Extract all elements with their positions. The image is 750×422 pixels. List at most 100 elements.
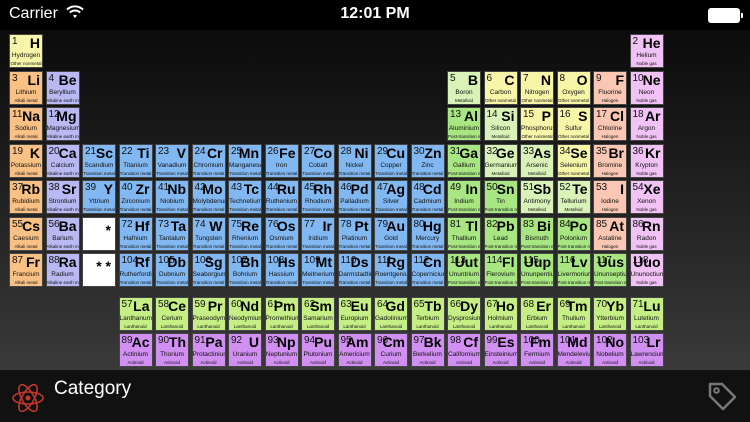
element-cell-hs[interactable]: 108 Hs Hassium Transition metal [264, 253, 299, 287]
element-cell-w[interactable]: 74 W Tungsten Transition metal [191, 216, 226, 251]
element-cell-uup[interactable]: 115UupUnunpentiumPost-transition metal [520, 253, 554, 287]
element-cell-tl[interactable]: 81TlThalliumPost-transition metal [447, 216, 481, 251]
element-cell-nb[interactable]: 41 Nb Niobium Transition metal [155, 180, 189, 214]
element-cell-au[interactable]: 79 Au Gold Transition metal [374, 216, 408, 251]
element-cell-pd[interactable]: 46 Pd Palladium Transition metal [337, 180, 372, 214]
element-cell-md[interactable]: 101MdMendeleviumActinoid [556, 333, 591, 367]
element-cell-ar[interactable]: 18 Ar Argon Noble gas [629, 107, 664, 141]
element-cell-fm[interactable]: 100 Fm Fermium Actinoid [520, 333, 554, 367]
element-cell-ac[interactable]: 89 Ac Actinium Actinoid [118, 333, 153, 367]
tag-icon[interactable] [704, 378, 740, 414]
element-cell-al[interactable]: 13AlAluminium Post-transition metal [447, 107, 481, 141]
element-cell-cu[interactable]: 29 Cu Copper Transition metal [374, 143, 408, 178]
element-cell-la[interactable]: 57 La Lanthanum Lanthanoid [118, 296, 153, 331]
element-cell-er[interactable]: 68 Er Erbium Lanthanoid [520, 296, 554, 331]
element-cell-pb[interactable]: 82PbLeadPost-transition metal [483, 216, 518, 251]
element-cell-sr[interactable]: 38SrStrontium Alkaline earth metal [45, 180, 80, 214]
element-cell-c[interactable]: 6 C Carbon Other nonmetal [483, 70, 518, 105]
element-cell-es[interactable]: 99 Es Einsteinium Actinoid [483, 333, 518, 367]
element-cell-as[interactable]: 33 As Arsenic Metalloid [520, 143, 554, 178]
element-cell-u[interactable]: 92 U Uranium Actinoid [228, 333, 262, 367]
element-cell-th[interactable]: 90 Th Thorium Actinoid [155, 333, 189, 367]
element-cell-sb[interactable]: 51 Sb Antimony Metalloid [520, 180, 554, 214]
element-cell-rg[interactable]: 111RgRoentgeniumTransition metal [374, 253, 408, 287]
element-cell-uuo[interactable]: 118 Uuo Ununoctium Noble gas [629, 253, 664, 287]
element-cell-cr[interactable]: 24 Cr Chromium Transition metal [191, 143, 226, 178]
element-cell-h[interactable]: 1 H Hydrogen Other nonmetal [9, 34, 43, 68]
element-cell-k[interactable]: 19 K Potassium Alkali metal [9, 143, 43, 178]
element-cell-gd[interactable]: 64 Gd Gadolinium Lanthanoid [374, 296, 408, 331]
element-cell-tc[interactable]: 43 Tc Technetium Transition metal [228, 180, 262, 214]
element-cell-li[interactable]: 3 Li Lithium Alkali metal [9, 70, 43, 105]
element-cell-si[interactable]: 14 Si Silicon Metalloid [483, 107, 518, 141]
actinoid-marker[interactable]: * * [82, 253, 116, 287]
element-cell-pm[interactable]: 61 Pm Promethium Lanthanoid [264, 296, 299, 331]
element-cell-zn[interactable]: 30 Zn Zinc Transition metal [410, 143, 445, 178]
element-cell-hg[interactable]: 80 Hg Mercury Transition metal [410, 216, 445, 251]
atom-icon[interactable] [10, 380, 46, 416]
element-cell-os[interactable]: 76 Os Osmium Transition metal [264, 216, 299, 251]
element-cell-re[interactable]: 75 Re Rhenium Transition metal [228, 216, 262, 251]
element-cell-xe[interactable]: 54 Xe Xenon Noble gas [629, 180, 664, 214]
element-cell-nd[interactable]: 60 Nd Neodymium Lanthanoid [228, 296, 262, 331]
element-cell-ir[interactable]: 77 Ir Iridium Transition metal [301, 216, 335, 251]
element-cell-at[interactable]: 85 At Astatine Halogen [593, 216, 627, 251]
element-cell-fr[interactable]: 87 Fr Francium Alkali metal [9, 253, 43, 287]
element-cell-rb[interactable]: 37 Rb Rubidium Alkali metal [9, 180, 43, 214]
element-cell-fl[interactable]: 114FlFlerovium Post-transition metal [483, 253, 518, 287]
element-cell-ba[interactable]: 56BaBariumAlkaline earth metal [45, 216, 80, 251]
element-cell-ne[interactable]: 10 Ne Neon Noble gas [629, 70, 664, 105]
element-cell-bi[interactable]: 83BiBismuthPost-transition metal [520, 216, 554, 251]
element-cell-s[interactable]: 16 S Sulfur Other nonmetal [556, 107, 591, 141]
category-label[interactable]: Category [54, 378, 131, 400]
element-cell-b[interactable]: 5 B Boron Metalloid [447, 70, 481, 105]
element-cell-in[interactable]: 49InIndium Post-transition metal [447, 180, 481, 214]
element-cell-mg[interactable]: 12MgMagnesiumAlkaline earth metal [45, 107, 80, 141]
element-cell-ce[interactable]: 58 Ce Cerium Lanthanoid [155, 296, 189, 331]
element-cell-ni[interactable]: 28 Ni Nickel Transition metal [337, 143, 372, 178]
element-cell-ag[interactable]: 47 Ag Silver Transition metal [374, 180, 408, 214]
element-cell-ds[interactable]: 110DsDarmstadtiumTransition metal [337, 253, 372, 287]
element-cell-p[interactable]: 15 P Phosphorus Other nonmetal [520, 107, 554, 141]
element-cell-bk[interactable]: 97 Bk Berkelium Actinoid [410, 333, 445, 367]
element-cell-pa[interactable]: 91 Pa Protactinium Actinoid [191, 333, 226, 367]
element-cell-uut[interactable]: 113UutUnuntriumPost-transition metal [447, 253, 481, 287]
element-cell-ca[interactable]: 20CaCalciumAlkaline earth metal [45, 143, 80, 178]
element-cell-zr[interactable]: 40 Zr Zirconium Transition metal [118, 180, 153, 214]
element-cell-lv[interactable]: 116LvLivermoriumPost-transition metal [556, 253, 591, 287]
element-cell-he[interactable]: 2 He Helium Noble gas [629, 34, 664, 68]
element-cell-mt[interactable]: 109 Mt Meitnerium Transition metal [301, 253, 335, 287]
element-cell-cm[interactable]: 96 Cm Curium Actinoid [374, 333, 408, 367]
element-cell-hf[interactable]: 72 Hf Hafnium Transition metal [118, 216, 153, 251]
element-cell-br[interactable]: 35 Br Bromine Halogen [593, 143, 627, 178]
element-cell-o[interactable]: 8 O Oxygen Other nonmetal [556, 70, 591, 105]
element-cell-ge[interactable]: 32 Ge Germanium Metalloid [483, 143, 518, 178]
element-cell-ra[interactable]: 88RaRadiumAlkaline earth metal [45, 253, 80, 287]
element-cell-cf[interactable]: 98 Cf Californium Actinoid [447, 333, 481, 367]
element-cell-se[interactable]: 34 Se Selenium Other nonmetal [556, 143, 591, 178]
element-cell-np[interactable]: 93 Np Neptunium Actinoid [264, 333, 299, 367]
element-cell-cn[interactable]: 112 Cn Copernicium Transition metal [410, 253, 445, 287]
element-cell-ga[interactable]: 31GaGalliumPost-transition metal [447, 143, 481, 178]
element-cell-lr[interactable]: 103 Lr Lawrencium Actinoid [629, 333, 664, 367]
element-cell-ho[interactable]: 67 Ho Holmium Lanthanoid [483, 296, 518, 331]
element-cell-rh[interactable]: 45 Rh Rhodium Transition metal [301, 180, 335, 214]
element-cell-co[interactable]: 27 Co Cobalt Transition metal [301, 143, 335, 178]
element-cell-tm[interactable]: 69 Tm Thulium Lanthanoid [556, 296, 591, 331]
element-cell-bh[interactable]: 107 Bh Bohrium Transition metal [228, 253, 262, 287]
element-cell-te[interactable]: 52 Te Tellurium Metalloid [556, 180, 591, 214]
element-cell-ti[interactable]: 22 Ti Titanium Transition metal [118, 143, 153, 178]
element-cell-ta[interactable]: 73 Ta Tantalum Transition metal [155, 216, 189, 251]
element-cell-sc[interactable]: 21 Sc Scandium Transition metal [82, 143, 116, 178]
lanthanoid-marker[interactable]: * [82, 216, 116, 251]
element-cell-pr[interactable]: 59PrPraseodymiumLanthanoid [191, 296, 226, 331]
element-cell-n[interactable]: 7 N Nitrogen Other nonmetal [520, 70, 554, 105]
element-cell-no[interactable]: 102 No Nobelium Actinoid [593, 333, 627, 367]
element-cell-v[interactable]: 23 V Vanadium Transition metal [155, 143, 189, 178]
element-cell-cd[interactable]: 48 Cd Cadmium Transition metal [410, 180, 445, 214]
element-cell-am[interactable]: 95 Am Americium Actinoid [337, 333, 372, 367]
element-cell-sg[interactable]: 106 Sg Seaborgium Transition metal [191, 253, 226, 287]
element-cell-pu[interactable]: 94 Pu Plutonium Actinoid [301, 333, 335, 367]
element-cell-f[interactable]: 9 F Fluorine Halogen [593, 70, 627, 105]
element-cell-po[interactable]: 84PoPoloniumPost-transition metal [556, 216, 591, 251]
